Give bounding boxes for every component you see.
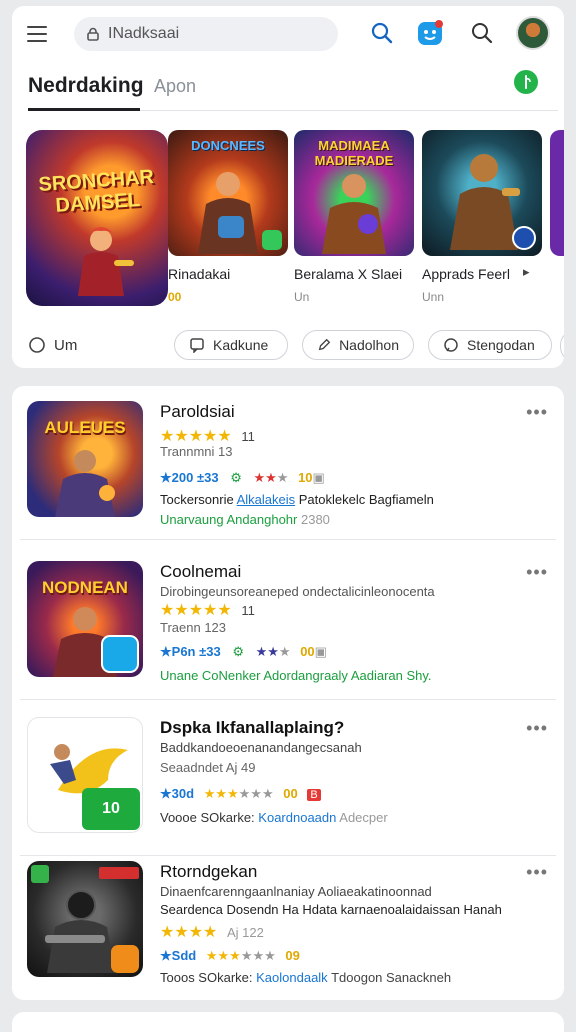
next-card-peek	[12, 1012, 564, 1032]
game-icon: 10	[27, 717, 143, 833]
chat-bubble-icon	[29, 337, 45, 353]
search-icon[interactable]	[368, 19, 396, 47]
game-tags: Unarvaung Andanghohr 2380	[160, 512, 330, 527]
chevron-right-icon[interactable]: ▸	[523, 264, 530, 280]
more-options-icon[interactable]: •••	[526, 718, 548, 739]
tab-other[interactable]: Apon	[154, 76, 196, 97]
more-options-icon[interactable]: •••	[526, 562, 548, 583]
divider	[20, 539, 556, 540]
list-item[interactable]: Rtorndgekan Dinaenfcarenngaanlnaniay Aol…	[12, 846, 564, 1000]
rating-row: ★★★★★ 11	[160, 602, 255, 619]
game-tags: Voooe SOkarke: Koardnoaadn Adecper	[160, 810, 388, 825]
game-desc: Tockersonrie Alkalakeis Patoklekelc Bagf…	[160, 492, 434, 507]
avatar[interactable]	[516, 16, 550, 50]
featured-game-tile[interactable]: SRONCHAR DAMSEL	[26, 130, 168, 306]
game-tags: Tooos SOkarke: Kaolondaalk Tdoogon Sanac…	[160, 970, 452, 985]
rating-row: ★★★★★ 11	[160, 428, 255, 445]
game-meta: Trannmni 13	[160, 444, 233, 459]
hero-figure-icon	[78, 227, 134, 296]
stats-row: ★200 ±33 ⚙ ★★★ 10▣	[160, 470, 325, 485]
game-title[interactable]: Paroldsiai	[160, 402, 235, 422]
game-badge-icon	[512, 226, 536, 250]
list-item[interactable]: AULEUES Paroldsiai ★★★★★ 11 Trannmni 13 …	[12, 386, 564, 540]
stats-row: ★Sdd ★★★★★★ 09	[160, 948, 300, 963]
carousel-item-name: Beralama X Slaei	[294, 266, 403, 282]
chat-icon	[444, 338, 458, 352]
game-ribbon	[99, 867, 139, 879]
carousel-item-sub: Unn	[422, 290, 445, 304]
tab-underline	[28, 108, 140, 111]
carousel-item-sub: 00	[168, 290, 182, 304]
carousel-next-peek[interactable]	[550, 130, 564, 256]
carousel-item[interactable]: DONCNEES Rinadakai 00	[168, 130, 288, 304]
leaf-icon[interactable]	[514, 70, 538, 94]
chip-filter[interactable]: Stengodan	[428, 330, 552, 360]
game-tags: Unane CoNenker Adordangraaly Aadiaran Sh…	[160, 668, 432, 683]
notification-app-icon[interactable]	[416, 19, 444, 47]
message-icon	[190, 338, 204, 353]
carousel-item-name: Rinadakai	[168, 266, 231, 282]
game-icon: AULEUES	[27, 401, 143, 517]
game-title[interactable]: Coolnemai	[160, 562, 241, 582]
search-bar[interactable]: INadksaai	[74, 17, 338, 51]
game-thumbnail	[422, 130, 542, 256]
game-subtitle: Dirobingeunsoreaneped ondectalicinleonoc…	[160, 584, 435, 599]
stats-row: ★30d ★★★★★★ 00 B	[160, 786, 321, 802]
search-icon-secondary[interactable]	[468, 19, 496, 47]
game-title[interactable]: Dspka Ikfanallaplaing?	[160, 718, 344, 738]
chip-row: Um Kadkune Nadolhon Stengodan	[24, 330, 564, 362]
carousel-item-sub: Un	[294, 290, 310, 304]
chip-filter[interactable]: Kadkune	[174, 330, 288, 360]
game-list: AULEUES Paroldsiai ★★★★★ 11 Trannmni 13 …	[12, 386, 564, 1000]
game-thumbnail: DONCNEES	[168, 130, 288, 256]
rating-row: ★★★★ Aj 122	[160, 924, 264, 941]
game-subtitle: Baddkandoeoenanandangecsanah	[160, 740, 362, 755]
menu-icon[interactable]	[27, 26, 47, 42]
game-subtitle-2: Seardenca Dosendn Ha Hdata karnaenoalaid…	[160, 902, 502, 917]
game-title[interactable]: Rtorndgekan	[160, 862, 257, 882]
list-item[interactable]: 10 Dspka Ikfanallaplaing? Baddkandoeoena…	[12, 702, 564, 856]
featured-title: SRONCHAR DAMSEL	[37, 166, 155, 217]
chip-lead[interactable]: Um	[28, 336, 77, 354]
more-options-icon[interactable]: •••	[526, 862, 548, 883]
game-icon	[27, 861, 143, 977]
game-subtitle: Dinaenfcarenngaanlnaniay Aoliaeakatinoon…	[160, 884, 432, 899]
tab-bar: Nedrdaking Apon	[28, 70, 558, 111]
more-options-icon[interactable]: •••	[526, 402, 548, 423]
game-meta: Seaadndet Aj 49	[160, 760, 256, 775]
top-card: INadksaai Nedrdaking Apon SRONCHAR DAMSE…	[12, 6, 564, 368]
tab-active[interactable]: Nedrdaking	[28, 74, 144, 98]
game-badge-icon	[262, 230, 282, 250]
carousel-item[interactable]: MADIMAEA MADIERADE Beralama X Slaei Un	[294, 130, 414, 304]
game-badge-icon	[111, 945, 139, 973]
divider	[20, 699, 556, 700]
lock-icon	[87, 27, 99, 41]
game-badge-icon	[101, 635, 139, 673]
stats-row: ★P6n ±33 ⚙ ★★★ 00▣	[160, 644, 327, 659]
chip-filter[interactable]: Nadolhon	[302, 330, 414, 360]
chip-peek[interactable]	[560, 330, 564, 362]
list-item[interactable]: NODNEAN Coolnemai Dirobingeunsoreaneped …	[12, 546, 564, 700]
game-thumbnail: MADIMAEA MADIERADE	[294, 130, 414, 256]
search-text: INadksaai	[108, 25, 180, 42]
game-icon: NODNEAN	[27, 561, 143, 677]
game-meta: Traenn 123	[160, 620, 227, 635]
pencil-icon	[318, 338, 331, 351]
game-badge: 10	[82, 788, 140, 830]
